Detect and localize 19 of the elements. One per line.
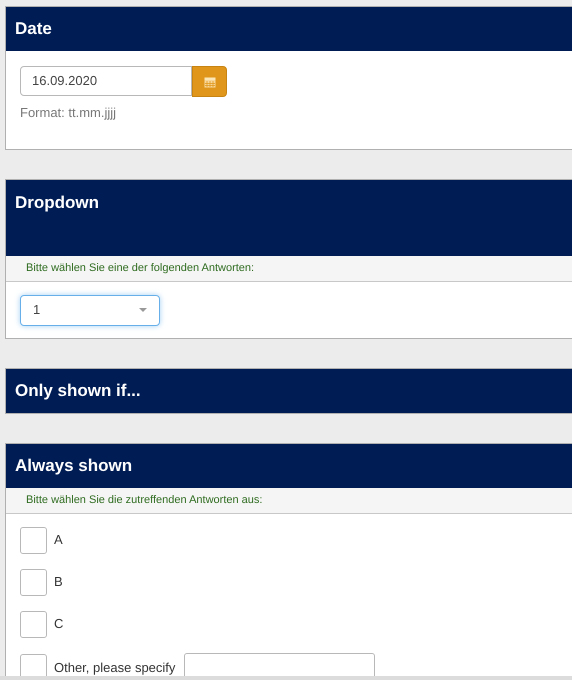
section-title: Dropdown [15,192,100,212]
instruction-text: Bitte wählen Sie eine der folgenden Antworten: [26,260,254,276]
dropdown-select[interactable]: 1 [20,294,160,326]
section-title: Only shown if... [15,380,141,402]
option-label: B [54,573,63,592]
caret-icon [139,308,147,312]
section-title: Always shown [15,454,132,477]
option-label: Other, please specify [54,658,176,677]
instruction-text: Bitte wählen Sie die zutreffenden Antworten aus: [26,492,262,508]
option-label: C [54,615,64,634]
calendar-button[interactable] [192,66,227,97]
option-label: A [54,531,63,550]
format-hint: Format: tt.mm.jjjj [20,104,118,122]
checkbox[interactable] [20,610,47,638]
checkbox[interactable] [20,568,47,596]
section-title: Date [15,18,52,40]
date-field[interactable]: 16.09.2020 [20,66,192,96]
checkbox[interactable] [20,526,47,554]
calendar-icon [204,76,216,88]
